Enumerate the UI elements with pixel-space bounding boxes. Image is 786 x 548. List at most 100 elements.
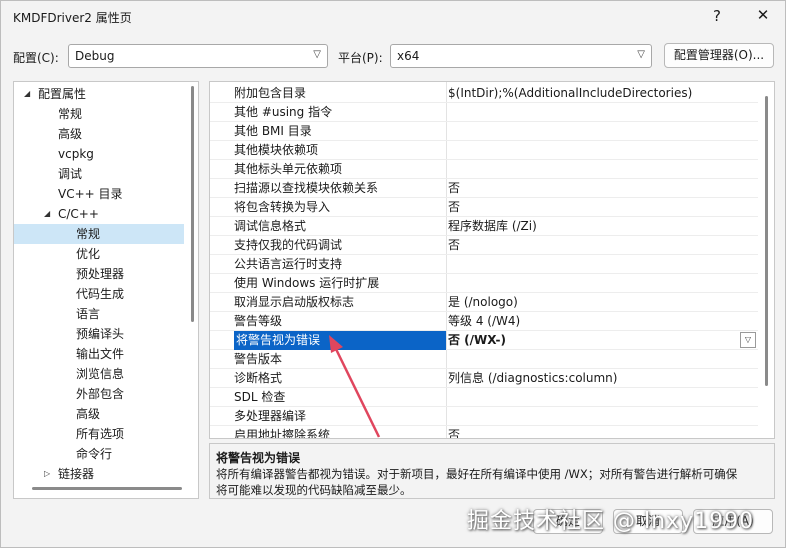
property-value[interactable]: 否	[448, 179, 460, 198]
close-button[interactable]: ✕	[753, 6, 773, 24]
property-row[interactable]: 警告等级 等级 4 (/W4)	[210, 312, 758, 331]
category-tree[interactable]: ◢ 配置属性 常规 高级 vcpkg 调试 VC++ 目录 ◢ C/C++ 常规 优化 预处理器 代码生…	[13, 81, 199, 499]
tree-item[interactable]: 输出文件	[14, 344, 184, 364]
chevron-down-icon: ▽	[313, 49, 321, 60]
tree-item[interactable]: 语言	[14, 304, 184, 324]
property-row[interactable]: 启用地址擦除系统否	[210, 426, 758, 438]
property-name: 其他 BMI 目录	[234, 124, 312, 138]
tree-item-label: 预编译头	[76, 327, 125, 341]
config-label: 配置(C):	[13, 51, 59, 65]
config-manager-button[interactable]: 配置管理器(O)...	[664, 43, 774, 68]
property-row[interactable]: 多处理器编译	[210, 407, 758, 426]
property-row[interactable]: 支持仅我的代码调试 否	[210, 236, 758, 255]
tree-item[interactable]: 高级	[14, 404, 184, 424]
property-name: 将包含转换为导入	[234, 200, 331, 214]
property-name: 取消显示启动版权标志	[234, 295, 355, 309]
property-value[interactable]: 否	[448, 198, 460, 217]
tree-item[interactable]: 所有选项	[14, 424, 184, 444]
tree-item[interactable]: 预处理器	[14, 264, 184, 284]
chevron-down-icon: ▽	[637, 49, 645, 60]
tree-item[interactable]: 高级	[14, 124, 184, 144]
property-name: 附加包含目录	[234, 86, 307, 100]
help-button[interactable]: ?	[707, 7, 727, 25]
chevron-down-icon[interactable]: ▽	[740, 332, 756, 348]
tree-item[interactable]: ◢ C/C++	[14, 204, 184, 224]
property-name: 其他 #using 指令	[234, 105, 333, 119]
platform-select[interactable]: x64 ▽	[390, 44, 652, 68]
expand-caret-icon[interactable]: ◢	[24, 84, 30, 104]
property-row[interactable]: 扫描源以查找模块依赖关系 否	[210, 179, 758, 198]
property-name: 使用 Windows 运行时扩展	[234, 276, 380, 290]
tree-item[interactable]: 常规	[14, 104, 184, 124]
config-select[interactable]: Debug ▽	[68, 44, 328, 68]
tree-item[interactable]: vcpkg	[14, 144, 184, 164]
tree-item[interactable]: 调试	[14, 164, 184, 184]
tree-item-label: 高级	[58, 127, 83, 141]
property-grid[interactable]: 附加包含目录 $(IntDir);%(AdditionalIncludeDirec…	[209, 81, 775, 439]
property-row[interactable]: 使用 Windows 运行时扩展	[210, 274, 758, 293]
tree-item-label: 常规	[58, 107, 83, 121]
property-row[interactable]: 附加包含目录 $(IntDir);%(AdditionalIncludeDirec…	[210, 84, 758, 103]
expand-caret-icon[interactable]: ◢	[44, 204, 50, 224]
tree-item-label: VC++ 目录	[58, 187, 123, 201]
description-title: 将警告视为错误	[216, 451, 301, 465]
tree-item-label: 所有选项	[76, 427, 125, 441]
tree-item-label: vcpkg	[58, 147, 94, 161]
property-value[interactable]: $(IntDir);%(AdditionalIncludeDirectories…	[448, 84, 692, 103]
property-value[interactable]: 否	[448, 426, 460, 438]
property-value[interactable]: 列信息 (/diagnostics:column)	[448, 369, 617, 388]
property-row[interactable]: 其他标头单元依赖项	[210, 160, 758, 179]
property-row[interactable]: 诊断格式 列信息 (/diagnostics:column)	[210, 369, 758, 388]
tree-item-label: 代码生成	[76, 287, 125, 301]
config-value: Debug	[75, 49, 115, 63]
property-name: 公共语言运行时支持	[234, 257, 343, 271]
description-line-1: 将所有编译器警告都视为错误。对于新项目，最好在所有编译中使用 /WX；对所有警告…	[216, 467, 738, 481]
tree-item[interactable]: 浏览信息	[14, 364, 184, 384]
tree-item-label: 调试	[58, 167, 83, 181]
property-row[interactable]: 其他模块依赖项	[210, 141, 758, 160]
property-row[interactable]: 将警告视为错误否 (/WX-) ▽	[210, 331, 758, 350]
property-row[interactable]: 调试信息格式 程序数据库 (/Zi)	[210, 217, 758, 236]
property-value[interactable]: 等级 4 (/W4)	[448, 312, 520, 331]
tree-item[interactable]: 外部包含	[14, 384, 184, 404]
tree-item-label: 配置属性	[38, 87, 87, 101]
tree-item[interactable]: 命令行	[14, 444, 184, 464]
tree-item[interactable]: 优化	[14, 244, 184, 264]
tree-item[interactable]: ▷ 链接器	[14, 464, 184, 484]
property-row[interactable]: 其他 BMI 目录	[210, 122, 758, 141]
tree-item-label: 外部包含	[76, 387, 125, 401]
tree-vertical-scrollbar[interactable]	[191, 86, 194, 322]
property-name: 其他模块依赖项	[234, 143, 319, 157]
tree-item-label: 浏览信息	[76, 367, 125, 381]
collapse-caret-icon[interactable]: ▷	[44, 464, 50, 484]
property-row[interactable]: 警告版本	[210, 350, 758, 369]
tree-horizontal-scrollbar[interactable]	[32, 487, 182, 490]
tree-item-label: 高级	[76, 407, 101, 421]
property-row[interactable]: SDL 检查	[210, 388, 758, 407]
property-value[interactable]: 否	[448, 236, 460, 255]
tree-item-label: 常规	[76, 227, 101, 241]
tree-item[interactable]: VC++ 目录	[14, 184, 184, 204]
tree-item[interactable]: 代码生成	[14, 284, 184, 304]
tree-item[interactable]: 常规	[14, 224, 184, 244]
tree-item-label: 命令行	[76, 447, 113, 461]
grid-vertical-scrollbar[interactable]	[765, 96, 768, 386]
tree-item-label: 优化	[76, 247, 101, 261]
property-row[interactable]: 其他 #using 指令	[210, 103, 758, 122]
tree-item-label: 预处理器	[76, 267, 125, 281]
title-bar: KMDFDriver2 属性页 ? ✕	[1, 1, 785, 33]
property-value[interactable]: 程序数据库 (/Zi)	[448, 217, 537, 236]
property-row[interactable]: 将包含转换为导入 否	[210, 198, 758, 217]
tree-item-label: 输出文件	[76, 347, 125, 361]
property-value[interactable]: 否 (/WX-)	[448, 331, 506, 350]
tree-item-label: C/C++	[58, 207, 99, 221]
tree-item[interactable]: 预编译头	[14, 324, 184, 344]
property-name: 支持仅我的代码调试	[234, 238, 343, 252]
property-row[interactable]: 取消显示启动版权标志 是 (/nologo)	[210, 293, 758, 312]
property-value[interactable]: 是 (/nologo)	[448, 293, 518, 312]
tree-item[interactable]: ◢ 配置属性	[14, 84, 184, 104]
property-row[interactable]: 公共语言运行时支持	[210, 255, 758, 274]
watermark: 掘金技术社区 @ lnxy1990	[467, 509, 755, 534]
tree-item-label: 语言	[76, 307, 101, 321]
tree-item-label: 链接器	[58, 467, 95, 481]
